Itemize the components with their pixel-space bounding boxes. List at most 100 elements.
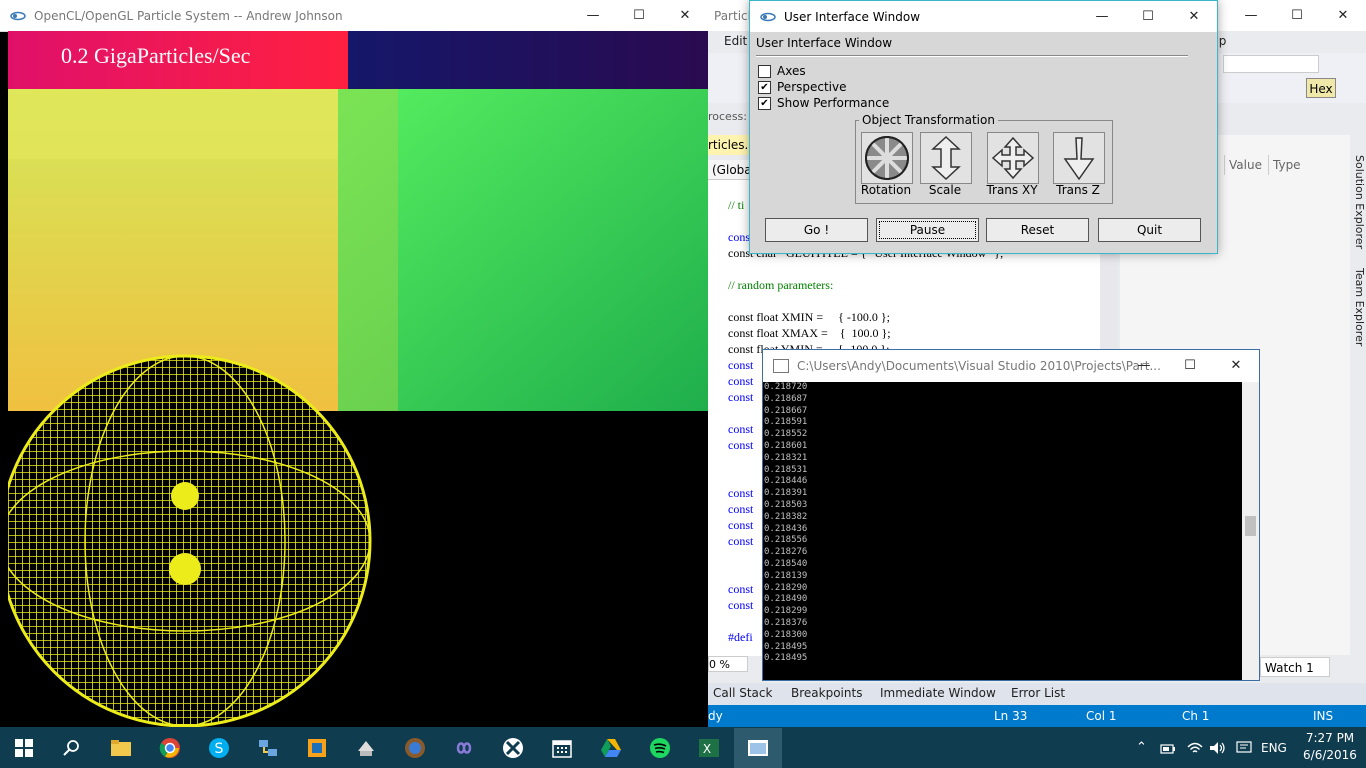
axes-checkbox-box[interactable] bbox=[758, 64, 771, 78]
user-interface-window[interactable]: User Interface Window — ☐ ✕ User Interfa… bbox=[749, 0, 1218, 254]
network-computers-icon bbox=[259, 740, 277, 756]
skype-button[interactable]: S bbox=[195, 728, 243, 768]
start-button[interactable] bbox=[0, 728, 48, 768]
watch-tab[interactable]: Watch 1 bbox=[1260, 657, 1330, 677]
perspective-checkbox-box[interactable]: ✔ bbox=[758, 80, 771, 94]
spotify-button[interactable] bbox=[636, 728, 684, 768]
status-char: Ch 1 bbox=[1182, 709, 1210, 723]
immediate-window-tab[interactable]: Immediate Window bbox=[880, 686, 996, 700]
code-line: const bbox=[728, 534, 754, 548]
console-line: 0.218299 bbox=[764, 606, 808, 617]
status-line: Ln 33 bbox=[994, 709, 1028, 723]
vs-maximize-button[interactable]: ☐ bbox=[1274, 0, 1320, 31]
show-hidden-icons-button[interactable]: ⌃ bbox=[1136, 740, 1147, 755]
trans-z-label: Trans Z bbox=[1056, 183, 1100, 197]
windows-logo-icon bbox=[15, 739, 33, 757]
ui-window-title: User Interface Window bbox=[784, 9, 921, 24]
particle-render-canvas[interactable]: 0.2 GigaParticles/Sec bbox=[8, 31, 708, 727]
ui-maximize-button[interactable]: ☐ bbox=[1125, 1, 1171, 32]
search-button[interactable] bbox=[48, 728, 96, 768]
console-scrollbar[interactable] bbox=[1242, 382, 1259, 680]
language-indicator[interactable]: ENG bbox=[1261, 741, 1287, 755]
go-button[interactable]: Go ! bbox=[765, 218, 868, 242]
calendar-button[interactable] bbox=[538, 728, 586, 768]
particle-window[interactable]: OpenCL/OpenGL Particle System -- Andrew … bbox=[0, 0, 708, 727]
menu-edit[interactable]: Edit bbox=[724, 34, 747, 48]
console-window[interactable]: C:\Users\Andy\Documents\Visual Studio 20… bbox=[762, 349, 1260, 681]
rotation-label: Rotation bbox=[860, 183, 912, 197]
spotify-icon bbox=[650, 738, 670, 758]
breakpoints-tab[interactable]: Breakpoints bbox=[791, 686, 862, 700]
ui-minimize-button[interactable]: — bbox=[1079, 1, 1125, 32]
code-line: const bbox=[728, 582, 754, 596]
trans-z-tool[interactable] bbox=[1053, 132, 1105, 184]
infinity-icon bbox=[456, 742, 472, 754]
action-center-icon[interactable] bbox=[1236, 740, 1252, 759]
steam-icon bbox=[358, 741, 374, 756]
power-icon[interactable] bbox=[1160, 740, 1176, 759]
console-line: 0.218391 bbox=[764, 488, 808, 499]
rotation-tool[interactable] bbox=[861, 132, 913, 184]
show-performance-checkbox-box[interactable]: ✔ bbox=[758, 96, 771, 110]
code-line: const bbox=[728, 390, 754, 404]
ui-header-label: User Interface Window bbox=[756, 36, 893, 50]
app-button-5[interactable] bbox=[293, 728, 341, 768]
quit-button[interactable]: Quit bbox=[1098, 218, 1201, 242]
call-stack-tab[interactable]: Call Stack bbox=[713, 686, 772, 700]
pause-button[interactable]: Pause bbox=[876, 218, 979, 242]
vs-close-button[interactable]: ✕ bbox=[1320, 0, 1366, 31]
ui-close-button[interactable]: ✕ bbox=[1171, 1, 1217, 32]
network-app-button[interactable] bbox=[244, 728, 292, 768]
file-explorer-button[interactable] bbox=[97, 728, 145, 768]
minimize-button[interactable]: — bbox=[570, 0, 616, 31]
console-line: 0.218139 bbox=[764, 570, 808, 581]
console-line: 0.218382 bbox=[764, 511, 808, 522]
chrome-button[interactable] bbox=[146, 728, 194, 768]
scale-tool[interactable] bbox=[920, 132, 972, 184]
console-scroll-thumb[interactable] bbox=[1245, 516, 1256, 536]
axes-checkbox[interactable]: Axes bbox=[758, 63, 806, 79]
game-badge-icon bbox=[405, 738, 425, 758]
wifi-icon[interactable] bbox=[1186, 740, 1204, 759]
status-insert-mode: INS bbox=[1313, 709, 1334, 723]
team-explorer-tab[interactable]: Team Explorer bbox=[1348, 268, 1366, 388]
steam-button[interactable] bbox=[342, 728, 390, 768]
vs-status-bar: dy Ln 33 Col 1 Ch 1 INS bbox=[708, 705, 1366, 727]
google-drive-button[interactable] bbox=[587, 728, 635, 768]
console-line: 0.218490 bbox=[764, 594, 808, 605]
hex-toggle[interactable]: Hex bbox=[1306, 78, 1336, 98]
file-tab[interactable]: rticles.cp bbox=[708, 135, 763, 155]
console-line: 0.218290 bbox=[764, 582, 808, 593]
hearthstone-button[interactable] bbox=[391, 728, 439, 768]
clock-date[interactable]: 6/6/2016 bbox=[1300, 748, 1360, 762]
trans-xy-tool[interactable] bbox=[987, 132, 1039, 184]
chrome-icon bbox=[159, 738, 180, 758]
perspective-checkbox[interactable]: ✔ Perspective bbox=[758, 79, 847, 95]
console-line: 0.218503 bbox=[764, 499, 808, 510]
xbox-icon bbox=[503, 738, 523, 758]
error-list-tab[interactable]: Error List bbox=[1011, 686, 1065, 700]
vs-combo[interactable] bbox=[1223, 55, 1319, 73]
console-line: 0.218531 bbox=[764, 464, 808, 475]
app-button-8[interactable] bbox=[440, 728, 488, 768]
code-line: const float XMIN = { -100.0 }; bbox=[728, 310, 890, 324]
perspective-label: Perspective bbox=[777, 80, 847, 94]
zoom-level[interactable]: 0 % bbox=[708, 656, 748, 672]
console-maximize-button[interactable]: ☐ bbox=[1167, 350, 1213, 381]
maximize-button[interactable]: ☐ bbox=[616, 0, 662, 31]
vs-minimize-button[interactable]: — bbox=[1228, 0, 1274, 31]
console-close-button[interactable]: ✕ bbox=[1213, 350, 1259, 381]
console-minimize-button[interactable]: — bbox=[1121, 350, 1167, 381]
console-icon bbox=[773, 359, 789, 373]
clock-time[interactable]: 7:27 PM bbox=[1300, 731, 1360, 745]
volume-icon[interactable] bbox=[1209, 740, 1227, 759]
show-performance-checkbox[interactable]: ✔ Show Performance bbox=[758, 95, 889, 111]
xbox-button[interactable] bbox=[489, 728, 537, 768]
search-icon bbox=[63, 740, 79, 756]
excel-button[interactable]: X bbox=[685, 728, 733, 768]
close-button[interactable]: ✕ bbox=[662, 0, 708, 31]
console-line: 0.218300 bbox=[764, 629, 808, 640]
console-line: 0.218495 bbox=[764, 641, 808, 652]
active-window-button[interactable] bbox=[734, 728, 782, 768]
reset-button[interactable]: Reset bbox=[986, 218, 1089, 242]
